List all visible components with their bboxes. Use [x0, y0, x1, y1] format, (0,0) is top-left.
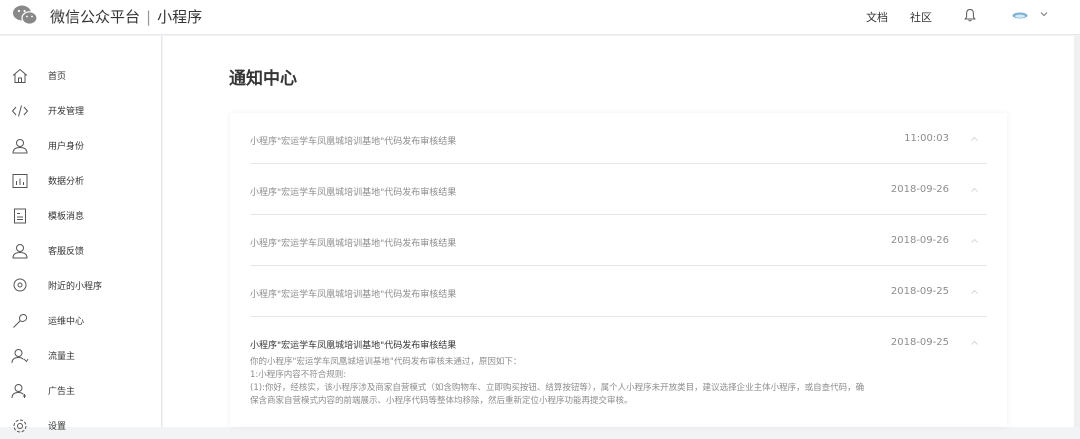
notification-subject: 小程序"宏运学车凤凰城培训基地"代码发布审核结果 — [250, 188, 457, 198]
sidebar-item-label: 流量主 — [48, 352, 76, 362]
user-icon — [12, 139, 28, 154]
expand-arrow-icon[interactable] — [971, 188, 978, 192]
sidebar-item-template-message[interactable]: 模板消息 — [0, 203, 162, 229]
notification-row[interactable]: 小程序"宏运学车凤凰城培训基地"代码发布审核结果 11:00:03 — [230, 113, 1007, 164]
traffic-user-icon — [11, 349, 29, 364]
sidebar-item-label: 数据分析 — [48, 177, 85, 187]
detail-line: 你的小程序"宏运学车凤凰城培训基地"代码发布审核未通过，原因如下： — [250, 357, 522, 367]
sidebar: 首页 开发管理 用户身份 数据分析 模板消息 客服反馈 附近的小程序 运维中心 … — [0, 36, 162, 433]
top-bar: 微信公众平台 | 小程序 文档 社区 — [0, 0, 1080, 35]
sidebar-item-label: 首页 — [48, 72, 67, 82]
notification-date: 2018-09-26 — [890, 235, 949, 246]
notification-subject: 小程序"宏运学车凤凰城培训基地"代码发布审核结果 — [250, 341, 457, 351]
chart-icon — [12, 174, 28, 188]
notification-subject: 小程序"宏运学车凤凰城培训基地"代码发布审核结果 — [250, 290, 457, 300]
advertiser-icon — [11, 384, 26, 399]
expand-arrow-icon[interactable] — [971, 137, 978, 141]
sidebar-item-label: 运维中心 — [48, 317, 85, 327]
expand-arrow-icon[interactable] — [971, 239, 978, 243]
sidebar-item-settings[interactable]: 设置 — [0, 413, 162, 439]
avatar[interactable] — [1012, 12, 1028, 19]
sidebar-item-advertiser[interactable]: 广告主 — [0, 378, 162, 404]
collapse-arrow-icon[interactable] — [971, 341, 978, 345]
brand-title[interactable]: 微信公众平台 | 小程序 — [50, 6, 202, 27]
chevron-down-icon[interactable] — [1040, 11, 1048, 17]
bell-icon[interactable] — [964, 8, 976, 22]
notification-date: 2018-09-26 — [890, 184, 949, 195]
detail-line: 1:小程序内容不符合规则: — [250, 370, 347, 380]
notification-subject: 小程序"宏运学车凤凰城培训基地"代码发布审核结果 — [250, 239, 457, 249]
notification-detail: 你的小程序"宏运学车凤凰城培训基地"代码发布审核未通过，原因如下： 1:小程序内… — [250, 356, 950, 408]
sidebar-item-label: 客服反馈 — [48, 247, 85, 257]
notification-date: 2018-09-25 — [890, 337, 949, 348]
notification-row[interactable]: 小程序"宏运学车凤凰城培训基地"代码发布审核结果 2018-09-26 — [230, 164, 1007, 215]
detail-line: 保含商家自营模式内容的前端展示、小程序代码等整体均移除，然后重新定位小程序功能再… — [250, 396, 633, 406]
notification-row[interactable]: 小程序"宏运学车凤凰城培训基地"代码发布审核结果 2018-09-26 — [230, 215, 1007, 266]
sidebar-item-customer-feedback[interactable]: 客服反馈 — [0, 238, 162, 264]
expand-arrow-icon[interactable] — [971, 290, 978, 294]
sidebar-item-user-identity[interactable]: 用户身份 — [0, 133, 162, 159]
sidebar-item-nearby[interactable]: 附近的小程序 — [0, 273, 162, 299]
sidebar-item-label: 设置 — [48, 422, 67, 432]
sidebar-item-label: 广告主 — [48, 387, 76, 397]
sidebar-item-label: 用户身份 — [48, 142, 85, 152]
detail-line: (1):你好，经核实，该小程序涉及商家自营模式（如含购物车、立即购买按钮、结算按… — [250, 383, 865, 393]
brand-separator: | — [146, 8, 152, 26]
sidebar-item-label: 附近的小程序 — [48, 282, 103, 292]
page-title: 通知中心 — [229, 69, 297, 89]
wechat-logo-icon[interactable] — [12, 4, 38, 26]
docs-link[interactable]: 文档 — [866, 9, 888, 25]
notification-subject: 小程序"宏运学车凤凰城培训基地"代码发布审核结果 — [250, 137, 457, 147]
brand-name: 微信公众平台 — [50, 8, 141, 26]
sidebar-item-traffic-host[interactable]: 流量主 — [0, 343, 162, 369]
scrollbar[interactable] — [1074, 36, 1080, 427]
notification-row[interactable]: 小程序"宏运学车凤凰城培训基地"代码发布审核结果 2018-09-25 — [230, 266, 1007, 317]
location-icon — [13, 278, 27, 292]
sidebar-item-home[interactable]: 首页 — [0, 63, 162, 89]
sidebar-item-dev[interactable]: 开发管理 — [0, 98, 162, 124]
sidebar-item-label: 模板消息 — [48, 212, 85, 222]
wrench-icon — [13, 314, 28, 328]
sidebar-item-analytics[interactable]: 数据分析 — [0, 168, 162, 194]
gear-icon — [13, 419, 27, 433]
home-icon — [12, 68, 28, 83]
user-feedback-icon — [12, 244, 28, 259]
sidebar-item-ops-center[interactable]: 运维中心 — [0, 308, 162, 334]
notification-date: 11:00:03 — [904, 133, 949, 144]
notification-date: 2018-09-25 — [890, 286, 949, 297]
sidebar-item-label: 开发管理 — [48, 107, 85, 117]
code-icon — [11, 105, 29, 117]
community-link[interactable]: 社区 — [910, 9, 932, 25]
product-name: 小程序 — [157, 8, 203, 26]
template-icon — [14, 208, 26, 224]
